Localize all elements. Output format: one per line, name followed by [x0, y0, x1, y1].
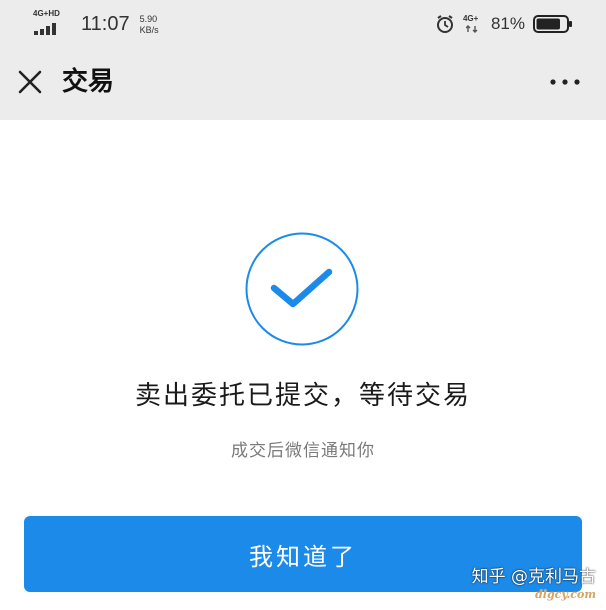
status-bar: 4G+HD 11:07 5.90 KB/s 4G+ 81%: [0, 0, 606, 44]
status-message: 卖出委托已提交，等待交易: [134, 381, 471, 411]
close-button[interactable]: [14, 66, 46, 98]
mobile-data-label: 4G+: [462, 14, 479, 23]
alarm-icon: [436, 15, 453, 33]
app-screen: 4G+HD 11:07 5.90 KB/s 4G+ 81% 交易 卖出委托已提交…: [0, 0, 606, 610]
more-icon: [550, 79, 580, 85]
network-type-label: 4G+HD: [33, 9, 60, 18]
signal-icon: [34, 23, 56, 35]
confirm-button[interactable]: 我知道了: [24, 516, 582, 592]
confirm-button-label: 我知道了: [249, 542, 357, 571]
network-speed-unit: KB/s: [139, 24, 159, 35]
signal-group: 4G+HD: [33, 10, 67, 38]
notification-hint: 成交后微信通知你: [231, 441, 375, 461]
mobile-data-group: 4G+: [463, 12, 483, 36]
mobile-data-icon: [465, 25, 478, 33]
more-button[interactable]: [548, 72, 582, 92]
clock-time: 11:07: [81, 13, 130, 35]
network-speed: 5.90 KB/s: [140, 14, 159, 36]
close-icon: [18, 70, 42, 94]
battery-icon: [533, 15, 572, 33]
check-circle-icon: [245, 232, 359, 346]
nav-bar: 交易: [0, 44, 606, 120]
page-title: 交易: [62, 67, 115, 97]
status-left: 4G+HD 11:07 5.90 KB/s: [33, 10, 159, 38]
network-speed-value: 5.90: [139, 13, 158, 24]
battery-percent: 81%: [490, 14, 525, 33]
status-right: 4G+ 81%: [435, 10, 573, 38]
